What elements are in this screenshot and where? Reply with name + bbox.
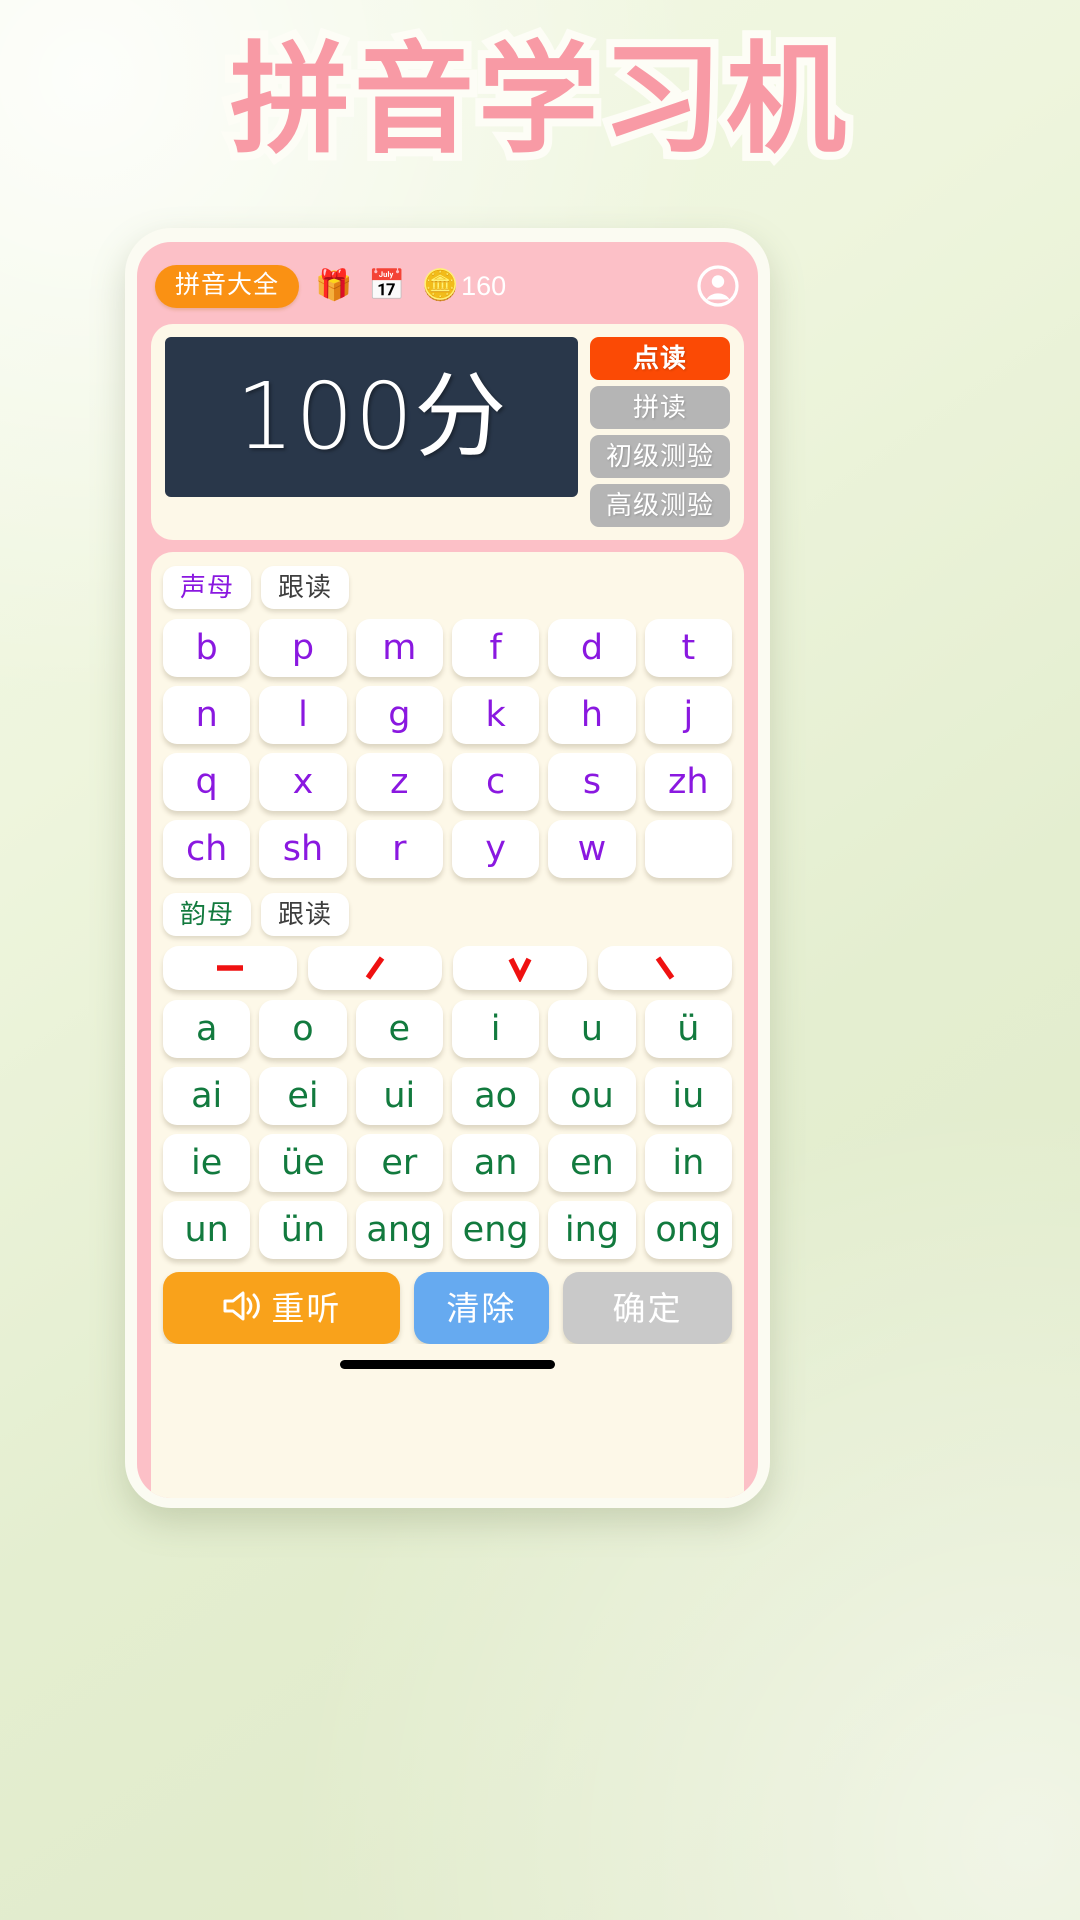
key-ei[interactable]: ei xyxy=(259,1067,347,1125)
phone-frame: 拼音大全 🎁 📅 🪙 160 100分 点读 拼读 初级测验 高级测验 声母 跟… xyxy=(125,228,770,1508)
all-pinyin-button[interactable]: 拼音大全 xyxy=(155,264,300,308)
key-ong[interactable]: ong xyxy=(644,1201,732,1259)
initials-row-4: ch sh r y w xyxy=(163,820,732,878)
key-t[interactable]: t xyxy=(644,619,732,677)
key-e[interactable]: e xyxy=(355,1000,443,1058)
key-iu[interactable]: iu xyxy=(644,1067,732,1125)
avatar-icon[interactable] xyxy=(696,264,740,308)
initials-tab-row: 声母 跟读 xyxy=(163,566,732,609)
key-sh[interactable]: sh xyxy=(259,820,347,878)
key-b[interactable]: b xyxy=(163,619,251,677)
key-n[interactable]: n xyxy=(163,686,251,744)
key-vn[interactable]: ün xyxy=(259,1201,347,1259)
action-button-row: 重听 清除 确定 xyxy=(163,1272,732,1344)
key-ve[interactable]: üe xyxy=(259,1134,347,1192)
mode-button-basic-test[interactable]: 初级测验 xyxy=(590,435,730,478)
tone-1-macron-icon[interactable] xyxy=(163,946,297,990)
score-display: 100分 xyxy=(165,337,578,497)
key-s[interactable]: s xyxy=(548,753,636,811)
initials-row-3: q x z c s zh xyxy=(163,753,732,811)
page-title: 拼音学习机 xyxy=(222,23,854,178)
key-f[interactable]: f xyxy=(451,619,540,677)
key-k[interactable]: k xyxy=(451,686,540,744)
key-en[interactable]: en xyxy=(548,1134,636,1192)
mode-button-advanced-test[interactable]: 高级测验 xyxy=(590,484,730,527)
tone-mark-row xyxy=(163,946,732,990)
key-c[interactable]: c xyxy=(451,753,540,811)
key-r[interactable]: r xyxy=(355,820,443,878)
key-w[interactable]: w xyxy=(548,820,636,878)
key-un[interactable]: un xyxy=(163,1201,251,1259)
replay-button[interactable]: 重听 xyxy=(163,1272,400,1344)
coins-icon: 🪙 xyxy=(421,269,460,302)
key-z[interactable]: z xyxy=(355,753,443,811)
tab-initials-follow-read[interactable]: 跟读 xyxy=(261,566,350,609)
key-q[interactable]: q xyxy=(163,753,251,811)
tab-initials[interactable]: 声母 xyxy=(163,566,252,609)
finals-row-2: ai ei ui ao ou iu xyxy=(163,1067,732,1125)
key-ie[interactable]: ie xyxy=(163,1134,251,1192)
tab-finals[interactable]: 韵母 xyxy=(163,893,252,936)
coin-balance[interactable]: 🪙 160 xyxy=(422,271,506,301)
gift-icon[interactable]: 🎁 xyxy=(315,271,352,301)
tab-finals-follow-read[interactable]: 跟读 xyxy=(261,893,350,936)
key-j[interactable]: j xyxy=(644,686,732,744)
app-header: 拼音大全 🎁 📅 🪙 160 xyxy=(151,260,744,312)
key-in[interactable]: in xyxy=(644,1134,732,1192)
initials-row-2: n l g k h j xyxy=(163,686,732,744)
key-v[interactable]: ü xyxy=(644,1000,732,1058)
calendar-icon[interactable]: 📅 xyxy=(368,271,405,301)
mode-button-dudu[interactable]: 点读 xyxy=(590,337,730,380)
replay-label: 重听 xyxy=(271,1289,342,1327)
finals-row-3: ie üe er an en in xyxy=(163,1134,732,1192)
key-blank xyxy=(644,820,732,878)
key-eng[interactable]: eng xyxy=(451,1201,540,1259)
confirm-button[interactable]: 确定 xyxy=(562,1272,732,1344)
tone-4-grave-icon[interactable] xyxy=(598,946,732,990)
score-card: 100分 点读 拼读 初级测验 高级测验 xyxy=(151,324,744,540)
finals-row-1: a o e i u ü xyxy=(163,1000,732,1058)
finals-tab-row: 韵母 跟读 xyxy=(163,893,732,936)
key-ai[interactable]: ai xyxy=(163,1067,251,1125)
home-indicator[interactable] xyxy=(340,1359,555,1369)
mode-button-column: 点读 拼读 初级测验 高级测验 xyxy=(590,337,730,527)
speaker-icon xyxy=(221,1288,263,1329)
key-ou[interactable]: ou xyxy=(548,1067,636,1125)
keyboard-panel: 声母 跟读 b p m f d t n l g k h j q x z c s … xyxy=(151,552,744,1498)
key-y[interactable]: y xyxy=(451,820,540,878)
home-indicator-area xyxy=(151,1344,744,1384)
key-ing[interactable]: ing xyxy=(548,1201,636,1259)
key-o[interactable]: o xyxy=(259,1000,347,1058)
key-zh[interactable]: zh xyxy=(644,753,732,811)
key-ch[interactable]: ch xyxy=(163,820,251,878)
key-l[interactable]: l xyxy=(259,686,347,744)
key-p[interactable]: p xyxy=(259,619,347,677)
finals-row-4: un ün ang eng ing ong xyxy=(163,1201,732,1259)
key-ui[interactable]: ui xyxy=(355,1067,443,1125)
clear-button[interactable]: 清除 xyxy=(413,1272,549,1344)
key-er[interactable]: er xyxy=(355,1134,443,1192)
key-g[interactable]: g xyxy=(355,686,443,744)
key-ao[interactable]: ao xyxy=(451,1067,540,1125)
tone-2-acute-icon[interactable] xyxy=(308,946,442,990)
key-ang[interactable]: ang xyxy=(355,1201,443,1259)
score-value: 100分 xyxy=(235,363,508,470)
key-d[interactable]: d xyxy=(548,619,636,677)
key-h[interactable]: h xyxy=(548,686,636,744)
key-u[interactable]: u xyxy=(548,1000,636,1058)
initials-row-1: b p m f d t xyxy=(163,619,732,677)
mode-button-pindu[interactable]: 拼读 xyxy=(590,386,730,429)
key-x[interactable]: x xyxy=(259,753,347,811)
key-i[interactable]: i xyxy=(451,1000,540,1058)
tone-3-caron-icon[interactable] xyxy=(453,946,587,990)
coin-count-label: 160 xyxy=(461,270,507,301)
key-m[interactable]: m xyxy=(355,619,443,677)
phone-screen: 拼音大全 🎁 📅 🪙 160 100分 点读 拼读 初级测验 高级测验 声母 跟… xyxy=(137,242,758,1498)
key-an[interactable]: an xyxy=(451,1134,540,1192)
key-a[interactable]: a xyxy=(163,1000,251,1058)
